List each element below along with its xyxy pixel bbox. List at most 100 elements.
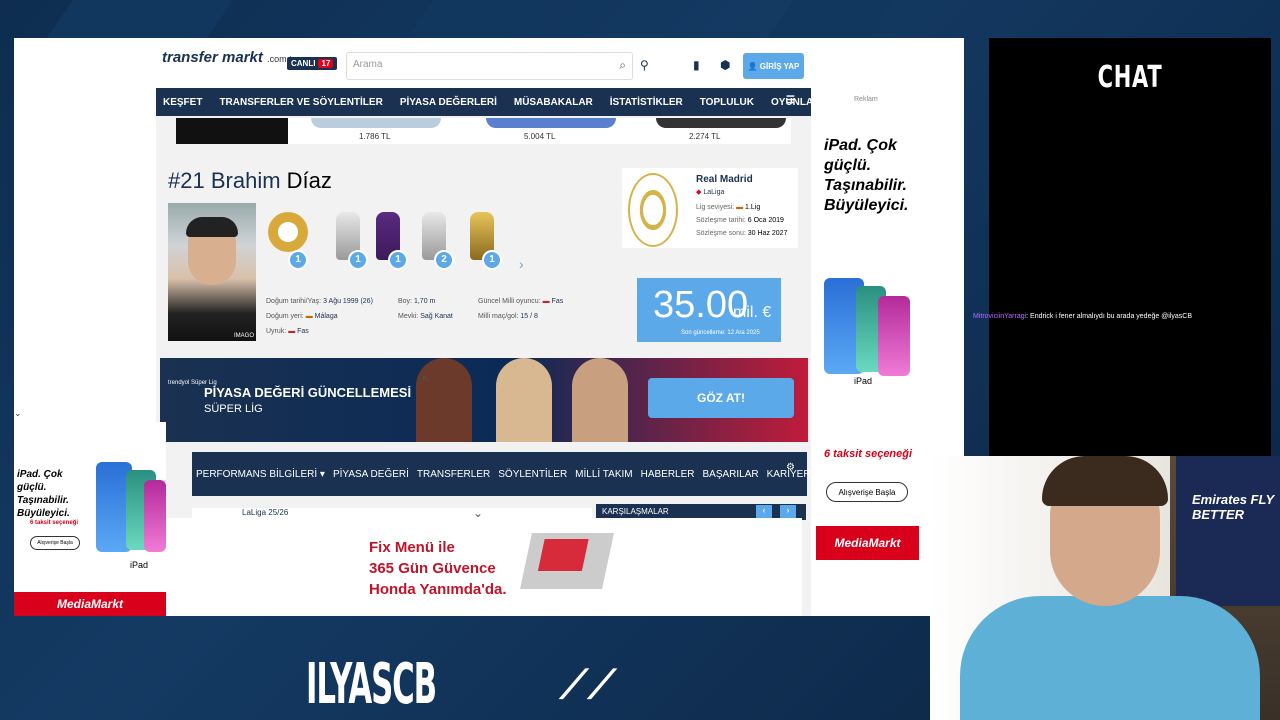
chevron-down-icon[interactable]: ⌄ [14,408,22,419]
superlig-banner[interactable]: trendyol Süper Lig PİYASA DEĞERİ GÜNCELL… [160,358,808,442]
flag-icon: ▬ [542,298,550,305]
subnav-market-value[interactable]: PİYASA DEĞERİ [333,469,409,480]
login-button[interactable]: 👤 GİRİŞ YAP [743,53,804,79]
trophy-count: 1 [388,250,408,270]
subnav-achievements[interactable]: BAŞARILAR [703,469,759,480]
info-label: Sözleşme sonu: [696,230,746,237]
mediamarkt-logo[interactable]: MediaMarkt [14,592,166,616]
gear-icon[interactable]: ⚙ [786,462,795,473]
nav-item-games[interactable]: OYUNLAR [771,97,820,108]
ipad-ad-left[interactable]: iPad. Çok güçlü. Taşınabilir. Büyüleyici… [14,422,166,616]
nav-item-community[interactable]: TOPLULUK [700,97,754,108]
search-input[interactable]: Arama ⌕ [346,52,633,80]
trophy-premier-league[interactable]: 1 [368,210,408,270]
banner-title: PİYASA DEĞERİ GÜNCELLEMESİ [204,385,412,400]
real-madrid-crest-icon [628,173,678,247]
menu-icon[interactable]: ☰ [786,95,795,106]
site-logo[interactable]: transfer markt .com.tr [162,49,295,66]
mediamarkt-logo[interactable]: MediaMarkt [816,526,919,560]
nav-item-statistics[interactable]: İSTATİSTİKLER [610,97,683,108]
live-label: CANLI [291,59,316,68]
user-search-icon[interactable]: ⚲ [640,58,649,72]
ipad-ad-right[interactable]: iPad. Çok güçlü. Taşınabilir. Büyüleyici… [816,106,919,560]
browser-viewport: transfer markt .com.tr CANLI 17 Arama ⌕ ⚲… [14,38,964,616]
banner-subtitle: SÜPER LİG [204,403,263,415]
background-stripe [46,0,234,38]
info-label: Boy: [398,298,413,305]
club-name[interactable]: Real Madrid [696,174,753,185]
info-label: Doğum tarihi/Yaş: [266,298,322,305]
goz-at-button[interactable]: GÖZ AT! [648,378,794,418]
car-body [537,539,589,571]
logo-text: transfer markt [162,49,263,66]
player-first-name: Brahim [210,168,281,193]
flag-icon: ▬ [288,328,296,335]
chevron-right-icon[interactable]: › [780,505,796,519]
shoe-price: 2.274 TL [689,132,721,141]
search-icon[interactable]: ⌕ [619,58,626,73]
live-button[interactable]: CANLI 17 [287,57,338,70]
user-icon: 👤 [747,61,760,71]
live-count-badge: 17 [318,59,334,68]
ad-line: Honda Yanımda'da. [369,581,507,598]
info-label: Doğum yeri: [266,313,304,320]
chevron-down-icon[interactable]: ⌄ [473,506,483,520]
trophy-count: 1 [288,250,308,270]
honda-ad-text: Fix Menü ile 365 Gün Güvence Honda Yanım… [369,537,507,600]
player-info-col1: Doğum tarihi/Yaş: 3 Ağu 1999 (26) Doğum … [266,294,373,339]
trophy-club-world-cup[interactable]: 1 [462,210,502,270]
site-header: transfer markt .com.tr CANLI 17 Arama ⌕ ⚲… [156,38,811,88]
flag-icon: ▬ [736,204,744,211]
ipad-label: iPad [854,376,873,386]
fixtures-title: KARŞILAŞMALAR [602,507,669,516]
info-value: 1,70 m [413,298,436,305]
info-label: Mevki: [398,313,419,320]
player-photo: IMAGO [168,203,256,341]
trophy-golden-boy[interactable]: 1 [268,210,308,270]
shoe-image [656,118,786,128]
ad-label: Reklam [854,96,878,103]
nav-item-transfers[interactable]: TRANSFERLER VE SÖYLENTİLER [219,97,382,108]
shoe-ad-strip[interactable]: 1.786 TL 5.004 TL 2.274 TL [176,118,791,144]
trophy-count: 1 [348,250,368,270]
info-value: 3 Ağu 1999 (26) [323,298,373,305]
chat-panel: CHAT MitroviciinYarragi: Endrick i fener… [973,38,1271,456]
trophy-champions-league[interactable]: 1 [328,210,368,270]
info-value: 6 Oca 2019 [747,217,784,224]
subnav-national-team[interactable]: MİLLİ TAKIM [575,469,632,480]
chevron-right-icon[interactable]: › [519,256,524,272]
shop-button[interactable]: Alışverişe Başla [826,482,908,502]
search-placeholder: Arama [353,59,383,70]
club-card[interactable]: Real Madrid ◆ LaLiga Lig seviyesi: ▬ 1.L… [622,168,798,248]
laliga-icon: ◆ [696,189,702,196]
chat-text: : Endrick i fener almalıydı bu arada yed… [1026,313,1193,320]
subnav-rumours[interactable]: SÖYLENTİLER [498,469,567,480]
info-label: Uyruk: [266,328,287,335]
chat-message: MitroviciinYarragi: Endrick i fener alma… [973,313,1273,320]
market-value-box[interactable]: 35.00 mil. € Son güncelleme: 12 Ara 2025 [637,278,781,342]
ipad-image [878,296,910,376]
shield-icon[interactable]: ⬢ [720,58,730,72]
installment-text: 6 taksit seçeneği [824,448,913,460]
chevron-left-icon[interactable]: ‹ [756,505,772,519]
bookmark-icon[interactable]: ▮ [693,58,700,72]
shop-button[interactable]: Alışverişe Başla [30,536,80,550]
webcam-feed: Emirates FLY BETTER [930,456,1280,720]
photo-credit: IMAGO [233,333,254,339]
trophy-laliga[interactable]: 2 [414,210,454,270]
club-league[interactable]: ◆ LaLiga [696,188,724,196]
subnav-transfers[interactable]: TRANSFERLER [417,469,490,480]
ad-line: 365 Gün Güvence [369,560,496,577]
player-hair [186,217,238,237]
info-value: Fas [551,298,564,305]
subnav-performance[interactable]: PERFORMANS BİLGİLERİ ▾ [196,469,325,480]
info-label: Güncel Milli oyuncu: [478,298,541,305]
nav-item-competitions[interactable]: MÜSABAKALAR [514,97,593,108]
honda-ad[interactable]: ⌄ Fix Menü ile 365 Gün Güvence Honda Yan… [166,506,802,616]
nav-item-market-values[interactable]: PİYASA DEĞERLERİ [400,97,497,108]
club-joined: Sözleşme tarihi: 6 Oca 2019 [696,217,784,224]
laliga-season-label: LaLiga 25/26 [242,508,289,517]
chat-title: CHAT [1097,60,1163,95]
nav-item-kesfet[interactable]: KEŞFET [163,97,202,108]
subnav-news[interactable]: HABERLER [641,469,695,480]
